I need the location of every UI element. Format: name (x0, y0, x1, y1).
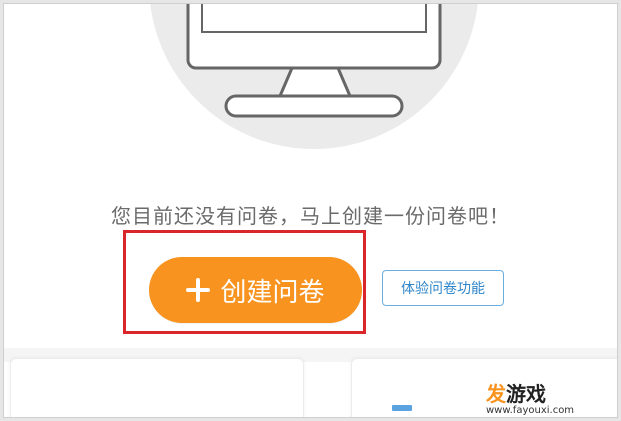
monitor-illustration (150, 4, 478, 149)
create-survey-label: 创建问卷 (220, 277, 325, 308)
try-survey-feature-button[interactable]: 体验问卷功能 (382, 270, 504, 306)
survey-empty-state-panel: 您目前还没有问卷，马上创建一份问卷吧！ 创建问卷 体验问卷功能 发游戏 www.… (3, 3, 618, 418)
create-survey-button[interactable]: 创建问卷 (149, 257, 362, 323)
monitor-base (224, 94, 404, 118)
bottom-card-left (10, 358, 304, 417)
watermark-title-text: 游戏 (506, 382, 546, 406)
monitor-inner-screen (201, 4, 427, 33)
empty-message: 您目前还没有问卷，马上创建一份问卷吧！ (111, 204, 510, 228)
watermark: 发游戏 www.fayouxi.com (486, 378, 617, 417)
watermark-title: 发游戏 (486, 378, 546, 407)
watermark-url: www.fayouxi.com (486, 405, 575, 416)
watermark-brand: 发 (486, 382, 506, 406)
monitor-neck (277, 66, 353, 98)
card-icon (392, 405, 412, 411)
plus-icon (186, 278, 211, 302)
